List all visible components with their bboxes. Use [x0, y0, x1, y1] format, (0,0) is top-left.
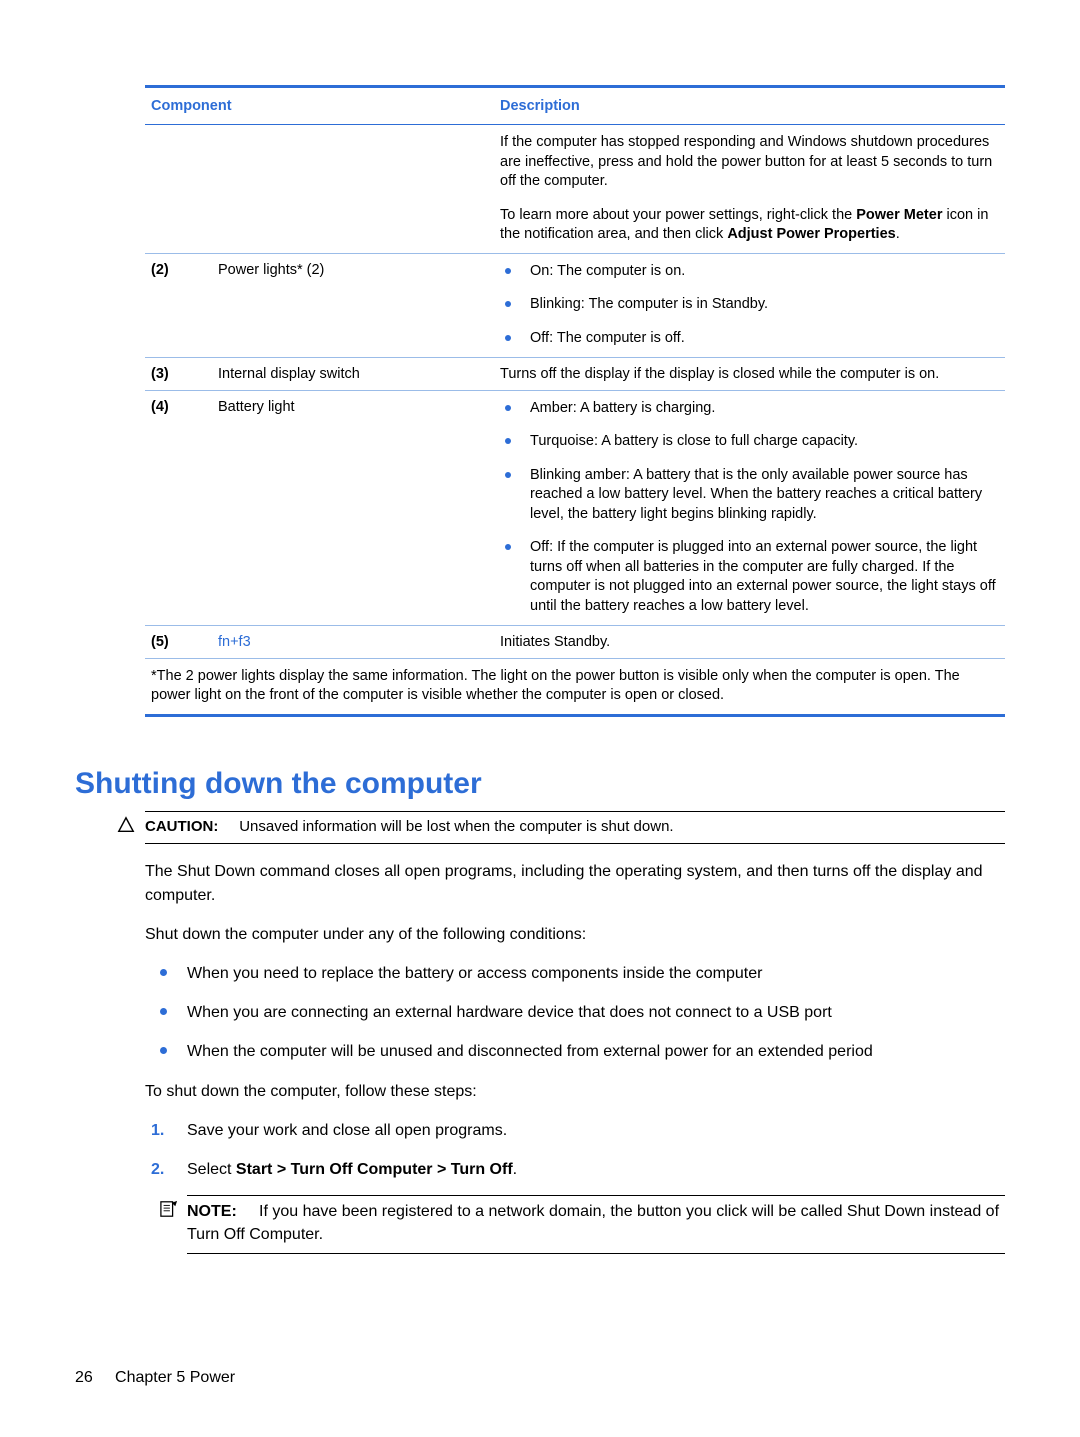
row-number: (3) [145, 357, 212, 390]
row-number: (2) [145, 253, 212, 357]
list-item: On: The computer is on. [500, 262, 999, 282]
page-footer: 26 Chapter 5 Power [75, 1369, 235, 1387]
col-header-description: Description [494, 88, 1005, 125]
list-item: Off: If the computer is plugged into an … [500, 538, 999, 616]
component-name: Internal display switch [212, 357, 494, 390]
caution-admonition: CAUTION: Unsaved information will be los… [145, 811, 1005, 845]
note-label: NOTE: [187, 1203, 237, 1220]
row1-text-2: To learn more about your power settings,… [500, 206, 999, 245]
chapter-label: Chapter 5 Power [115, 1369, 235, 1386]
list-item: Amber: A battery is charging. [500, 399, 999, 419]
body-paragraph: Shut down the computer under any of the … [145, 923, 1005, 946]
table-footnote: *The 2 power lights display the same inf… [145, 658, 1005, 714]
note-admonition: NOTE: If you have been registered to a n… [187, 1195, 1005, 1253]
table-row: (5) fn+f3 Initiates Standby. [145, 625, 1005, 658]
row-number: (5) [145, 625, 212, 658]
table-row: (2) Power lights* (2) On: The computer i… [145, 253, 1005, 357]
component-name-link[interactable]: fn+f3 [212, 625, 494, 658]
row-number: (4) [145, 390, 212, 625]
caution-text: Unsaved information will be lost when th… [239, 818, 673, 835]
section-heading: Shutting down the computer [75, 767, 1005, 801]
note-icon [159, 1200, 179, 1225]
table-footnote-row: *The 2 power lights display the same inf… [145, 658, 1005, 714]
component-name: Battery light [212, 390, 494, 625]
list-item: When you need to replace the battery or … [145, 962, 1005, 985]
row-description: Turns off the display if the display is … [494, 357, 1005, 390]
list-item: Blinking: The computer is in Standby. [500, 295, 999, 315]
list-item: Turquoise: A battery is close to full ch… [500, 432, 999, 452]
step-item: Select Start > Turn Off Computer > Turn … [145, 1158, 1005, 1254]
list-item: Blinking amber: A battery that is the on… [500, 466, 999, 525]
col-header-component: Component [145, 88, 494, 125]
caution-icon [117, 816, 135, 841]
body-paragraph: To shut down the computer, follow these … [145, 1080, 1005, 1103]
step-item: Save your work and close all open progra… [145, 1119, 1005, 1142]
table-row: If the computer has stopped responding a… [145, 125, 1005, 254]
table-row: (4) Battery light Amber: A battery is ch… [145, 390, 1005, 625]
row1-text-1: If the computer has stopped responding a… [500, 133, 999, 192]
component-table: Component Description If the computer ha… [145, 85, 1005, 717]
list-item: When you are connecting an external hard… [145, 1001, 1005, 1024]
table-row: (3) Internal display switch Turns off th… [145, 357, 1005, 390]
page-number: 26 [75, 1369, 93, 1386]
list-item: When the computer will be unused and dis… [145, 1040, 1005, 1063]
caution-label: CAUTION: [145, 818, 218, 835]
component-name: Power lights* (2) [212, 253, 494, 357]
list-item: Off: The computer is off. [500, 329, 999, 349]
note-text: If you have been registered to a network… [187, 1203, 999, 1243]
row-description: Initiates Standby. [494, 625, 1005, 658]
body-paragraph: The Shut Down command closes all open pr… [145, 860, 1005, 906]
